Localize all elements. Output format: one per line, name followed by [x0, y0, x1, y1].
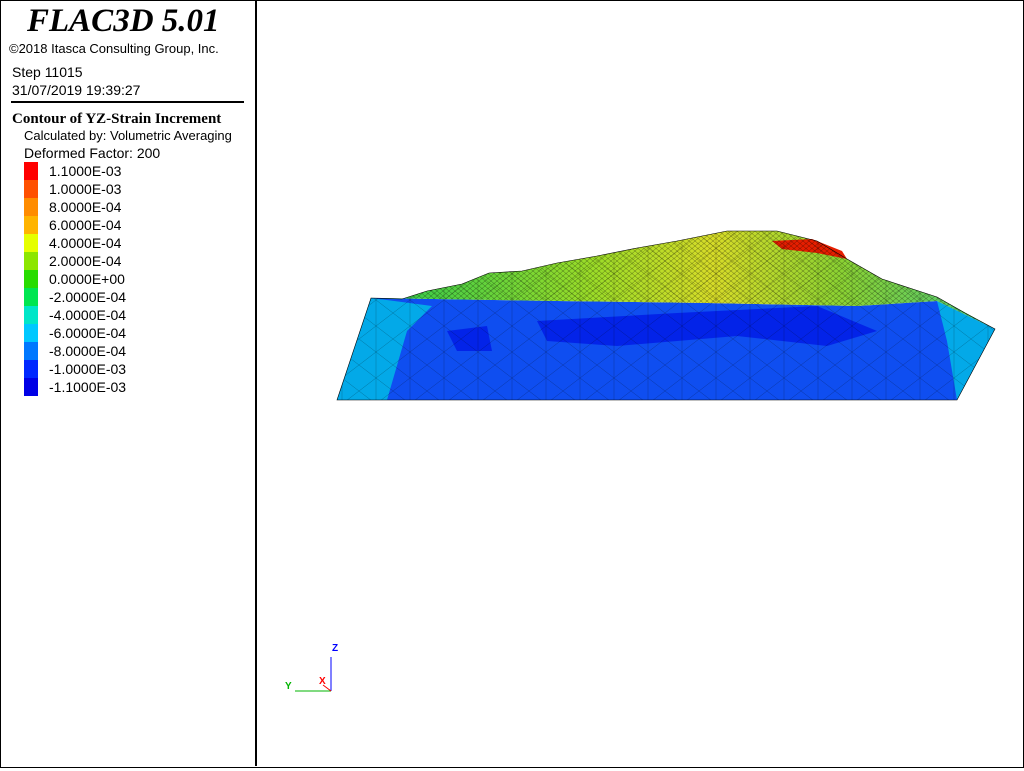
scale-value: -8.0000E-04	[49, 343, 127, 359]
scale-value: -4.0000E-04	[49, 307, 127, 323]
scale-value: 0.0000E+00	[49, 271, 125, 287]
scale-swatch	[24, 252, 38, 270]
scale-value: 1.1000E-03	[49, 163, 122, 179]
step-label: Step 11015	[12, 64, 83, 80]
z-axis-label: Z	[332, 643, 338, 654]
scale-swatch	[24, 378, 38, 396]
scale-value: -6.0000E-04	[49, 325, 127, 341]
scale-swatch	[24, 288, 38, 306]
mesh-overlay	[337, 231, 995, 400]
scale-value: -1.0000E-03	[49, 361, 127, 377]
x-axis-label: X	[319, 676, 326, 687]
scale-value: -2.0000E-04	[49, 289, 127, 305]
scale-swatch	[24, 360, 38, 378]
scale-swatch	[24, 324, 38, 342]
scale-value: 2.0000E-04	[49, 253, 122, 269]
calculation-method: Calculated by: Volumetric Averaging	[24, 128, 232, 143]
scale-swatch	[24, 342, 38, 360]
scale-swatch	[24, 180, 38, 198]
scale-value: 6.0000E-04	[49, 217, 122, 233]
app-title: FLAC3D 5.01	[27, 3, 220, 39]
scale-value: 1.0000E-03	[49, 181, 122, 197]
legend-panel: FLAC3D 5.01 ©2018 Itasca Consulting Grou…	[1, 1, 257, 766]
model-viewport[interactable]: Z Y X	[257, 1, 1022, 766]
timestamp-label: 31/07/2019 19:39:27	[12, 82, 141, 98]
scale-swatch	[24, 162, 38, 180]
model-view-svg: Z Y X	[285, 230, 996, 692]
scale-swatch	[24, 216, 38, 234]
copyright-text: ©2018 Itasca Consulting Group, Inc.	[9, 41, 219, 56]
y-axis-label: Y	[285, 681, 292, 692]
scale-value: 8.0000E-04	[49, 199, 122, 215]
scale-value: -1.1000E-03	[49, 379, 127, 395]
deformed-factor: Deformed Factor: 200	[24, 145, 161, 161]
scale-swatch	[24, 270, 38, 288]
contour-title: Contour of YZ-Strain Increment	[12, 111, 222, 127]
scale-swatch	[24, 306, 38, 324]
scale-value: 4.0000E-04	[49, 235, 122, 251]
axis-triad: Z Y X	[285, 643, 338, 692]
scale-swatch	[24, 234, 38, 252]
legend-divider	[11, 101, 244, 103]
scale-swatch	[24, 198, 38, 216]
